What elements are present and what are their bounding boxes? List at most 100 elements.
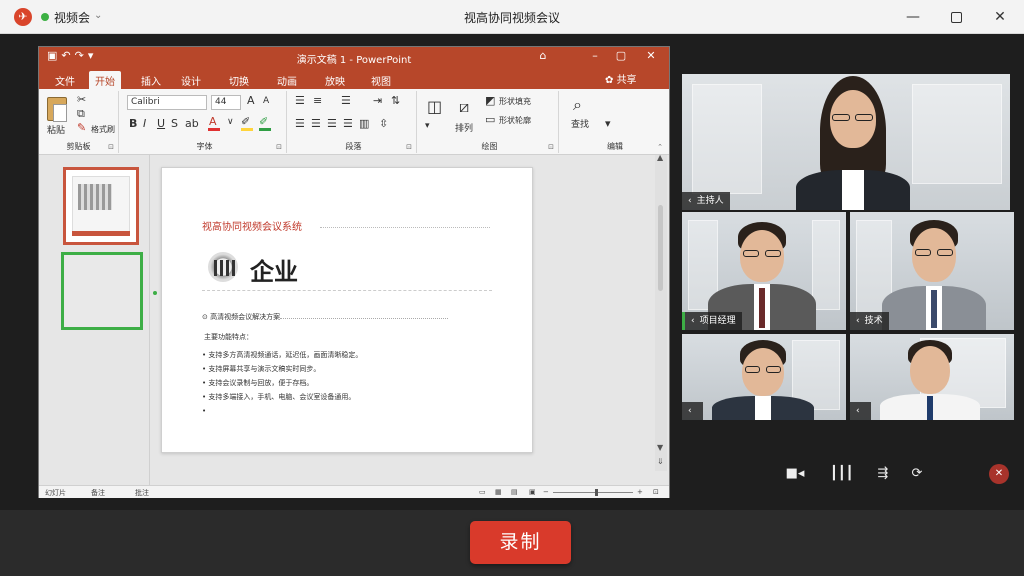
line-spacing-icon[interactable]: ☰ (341, 94, 351, 107)
tab-insert[interactable]: 插入 (135, 71, 167, 89)
justify-icon[interactable]: ☰ (343, 117, 353, 130)
find-label[interactable]: 查找 (571, 117, 589, 130)
slide-heading[interactable]: 企业 (250, 252, 298, 287)
text-direction-icon[interactable]: ⇅ (391, 94, 400, 107)
align-center-icon[interactable]: ☰ (311, 117, 321, 130)
slide-canvas[interactable]: 视高协同视频会议系统 企业 ⊙ 高清视频会议解决方案 主要功能特点： 支持多方高… (161, 167, 533, 453)
italic-icon[interactable]: I (143, 117, 146, 130)
shape-outline-label[interactable]: 形状轮廓 (499, 115, 531, 126)
customize-icon[interactable]: ▾ (88, 49, 98, 62)
video-tile[interactable]: ‹ 技术 (850, 212, 1014, 330)
bullets-icon[interactable]: ☰ (295, 94, 305, 107)
leave-icon[interactable]: ✕ (989, 464, 1009, 484)
numbering-icon[interactable]: ≡ (313, 94, 322, 107)
maximize-button[interactable] (943, 5, 969, 29)
text-effects-icon[interactable]: ✐ (259, 115, 268, 128)
arrange-icon[interactable]: ⧄ (459, 97, 469, 117)
scroll-up-icon[interactable]: ▲ (657, 153, 663, 162)
fit-slide-icon[interactable]: ⊡ (653, 488, 659, 496)
ppt-close-button[interactable]: ✕ (641, 49, 661, 62)
tab-slideshow[interactable]: 放映 (319, 71, 351, 89)
shape-fill-label[interactable]: 形状填充 (499, 96, 531, 107)
next-slide-icon[interactable]: ⇓ (657, 457, 664, 466)
slide-intro-bullet[interactable]: ⊙ 高清视频会议解决方案 (202, 312, 280, 322)
shrink-font-icon[interactable]: A (263, 96, 269, 106)
underline-icon[interactable]: U (157, 117, 165, 130)
collapse-ribbon-icon[interactable]: ⌃ (657, 143, 663, 151)
slide-thumbnail-2[interactable] (61, 252, 143, 330)
arrange-label[interactable]: 排列 (455, 121, 473, 134)
record-button[interactable]: 录制 (470, 521, 571, 564)
normal-view-icon[interactable]: ▭ (479, 488, 486, 496)
plane-icon[interactable]: ✈ (14, 8, 32, 26)
camera-icon[interactable]: ■◂ (784, 464, 806, 484)
font-name-select[interactable]: Calibri (127, 95, 207, 110)
columns-icon[interactable]: ▥ (359, 117, 369, 130)
reading-view-icon[interactable]: ▤ (511, 488, 518, 496)
tab-file[interactable]: 文件 (49, 71, 81, 89)
vertical-scrollbar[interactable]: ▲ ▼ ⇓ (655, 153, 667, 471)
shape-outline-icon[interactable]: ▭ (485, 113, 495, 126)
notes-button[interactable]: 备注 (91, 488, 105, 498)
ppt-minimize-button[interactable]: – (585, 49, 605, 62)
thumbnail-divider[interactable] (149, 155, 150, 485)
zoom-in-icon[interactable]: + (637, 488, 643, 496)
slide-title[interactable]: 视高协同视频会议系统 (202, 218, 302, 233)
share-screen-icon[interactable]: ⇶ (872, 464, 894, 484)
paste-button[interactable]: 粘贴 (47, 123, 65, 136)
grow-font-icon[interactable]: A (247, 94, 255, 107)
strikethrough-icon[interactable]: S (171, 117, 178, 130)
switch-icon[interactable]: ⟳ (906, 464, 928, 484)
indent-icon[interactable]: ⇥ (373, 94, 382, 107)
undo-icon[interactable]: ↶ (61, 49, 74, 62)
minimize-button[interactable]: — (900, 5, 926, 29)
slide-bullet-list[interactable]: 支持多方高清视频通话，延迟低，画面清晰稳定。 支持屏幕共享与演示文稿实时同步。 … (202, 348, 502, 418)
comments-button[interactable]: 批注 (135, 488, 149, 498)
cut-icon[interactable]: ✂ (77, 93, 86, 106)
bold-icon[interactable]: B (129, 117, 137, 130)
ribbon-options-icon[interactable]: ⌂ (533, 49, 553, 62)
tab-home[interactable]: 开始 (89, 71, 121, 89)
video-tile[interactable]: ‹ (682, 334, 846, 420)
video-tile[interactable]: ‹ (850, 334, 1014, 420)
app-name[interactable]: 视频会 (54, 9, 90, 26)
audio-level-icon[interactable]: ┃┃┃ (830, 464, 853, 484)
tab-transitions[interactable]: 切换 (223, 71, 255, 89)
sorter-view-icon[interactable]: ▦ (495, 488, 502, 496)
dialog-launcher-icon[interactable]: ⊡ (108, 143, 114, 151)
paste-icon[interactable] (47, 97, 67, 122)
zoom-out-icon[interactable]: − (543, 488, 549, 496)
shadow-icon[interactable]: ab (185, 117, 199, 130)
close-button[interactable]: ✕ (987, 5, 1013, 29)
quick-access-toolbar[interactable]: ▣↶↷▾ (47, 49, 97, 62)
slide-thumbnail-1[interactable] (63, 167, 139, 245)
scrollbar-thumb[interactable] (658, 205, 663, 291)
zoom-slider-knob[interactable] (595, 489, 598, 496)
slideshow-view-icon[interactable]: ▣ (529, 488, 536, 496)
chevron-down-icon[interactable]: ▾ (605, 117, 611, 130)
find-icon[interactable]: ⌕ (573, 95, 582, 115)
shape-fill-icon[interactable]: ◩ (485, 94, 495, 107)
align-text-icon[interactable]: ⇳ (379, 117, 388, 130)
ppt-maximize-button[interactable]: ▢ (611, 49, 631, 62)
tab-animations[interactable]: 动画 (271, 71, 303, 89)
video-tile-main[interactable]: ‹ 主持人 (682, 74, 1010, 210)
align-left-icon[interactable]: ☰ (295, 117, 305, 130)
zoom-slider[interactable] (553, 492, 633, 493)
font-size-select[interactable]: 44 (211, 95, 241, 110)
slide-subheading[interactable]: 主要功能特点： (204, 332, 253, 342)
chevron-down-icon[interactable]: ∨ (227, 117, 234, 127)
share-button[interactable]: ✿ 共享 (605, 71, 637, 86)
copy-icon[interactable]: ⧉ (77, 107, 85, 121)
save-icon[interactable]: ▣ (47, 49, 61, 62)
scroll-down-icon[interactable]: ▼ (657, 443, 663, 452)
chevron-down-icon[interactable]: ⌄ (94, 10, 102, 21)
align-right-icon[interactable]: ☰ (327, 117, 337, 130)
dialog-launcher-icon[interactable]: ⊡ (276, 143, 282, 151)
redo-icon[interactable]: ↷ (75, 49, 88, 62)
tab-design[interactable]: 设计 (175, 71, 207, 89)
dialog-launcher-icon[interactable]: ⊡ (548, 143, 554, 151)
shapes-icon[interactable]: ◫ (427, 97, 442, 116)
tab-view[interactable]: 视图 (365, 71, 397, 89)
format-painter-icon[interactable]: ✎ (77, 121, 86, 134)
